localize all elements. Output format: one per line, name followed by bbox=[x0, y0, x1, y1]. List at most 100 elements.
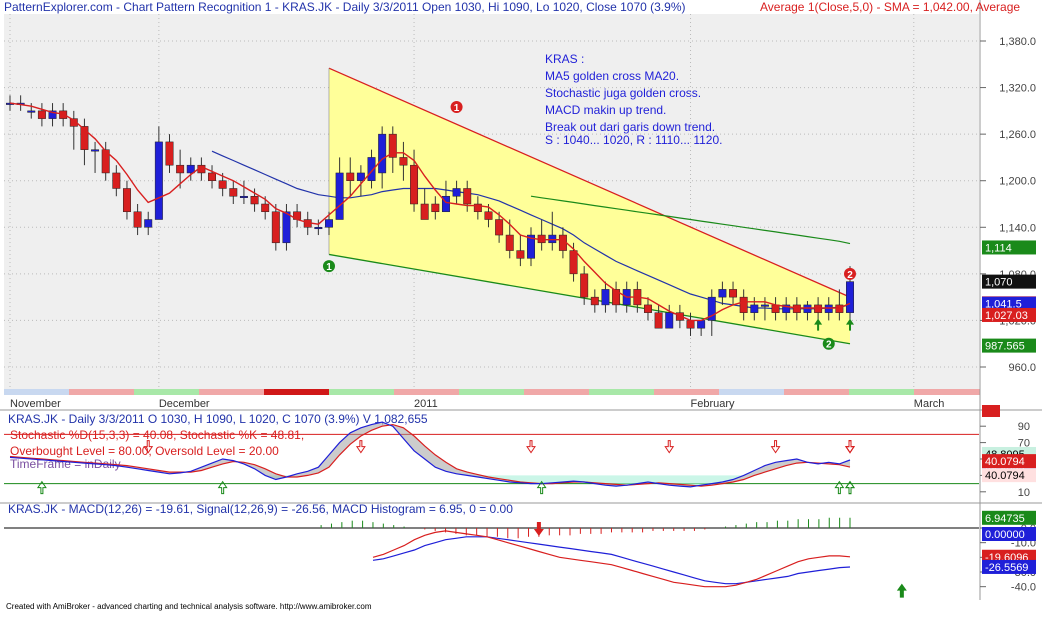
candle-body bbox=[282, 211, 291, 244]
pattern-marker-label: 2 bbox=[826, 340, 832, 351]
month-band-segment bbox=[329, 389, 395, 395]
stoch-corner-tag bbox=[982, 405, 1000, 417]
candle-body bbox=[665, 312, 674, 329]
x-axis-label: December bbox=[159, 398, 210, 410]
price-tick-label: 1,380.0 bbox=[999, 36, 1036, 48]
stoch-value-label: 40.0794 bbox=[985, 456, 1025, 468]
x-axis-label: November bbox=[10, 398, 61, 410]
x-axis-label: 2011 bbox=[414, 398, 438, 410]
annotation-line: S : 1040... 1020, R : 1110... 1120. bbox=[545, 133, 722, 147]
candle-body bbox=[154, 141, 163, 220]
candle-body bbox=[176, 164, 185, 174]
candle-body bbox=[760, 304, 769, 307]
chart-title: PatternExplorer.com - Chart Pattern Reco… bbox=[4, 0, 685, 14]
candle-body bbox=[335, 172, 344, 220]
x-axis-label: March bbox=[914, 398, 945, 410]
month-band-segment bbox=[654, 389, 720, 395]
candle-body bbox=[686, 320, 695, 329]
candle-body bbox=[133, 211, 142, 228]
stoch-line: Stochastic %D(15,3,3) = 40.08, Stochasti… bbox=[10, 428, 304, 442]
candle-body bbox=[569, 250, 578, 275]
price-tick-label: 1,140.0 bbox=[999, 222, 1036, 234]
candle-body bbox=[91, 149, 100, 152]
candle-body bbox=[729, 289, 738, 298]
candle-body bbox=[144, 219, 153, 228]
price-tag-label: 987.565 bbox=[985, 341, 1025, 353]
price-tag-label: 1,114 bbox=[985, 242, 1012, 254]
candle-body bbox=[314, 227, 323, 230]
candle-body bbox=[410, 164, 419, 205]
candle-body bbox=[835, 304, 844, 313]
candle-body bbox=[229, 188, 238, 197]
candle-body bbox=[346, 172, 355, 181]
candle-body bbox=[208, 172, 216, 181]
candle-body bbox=[27, 110, 36, 113]
candle-body bbox=[644, 304, 652, 313]
candle-body bbox=[750, 304, 759, 313]
stoch-tick-label: 90 bbox=[1018, 421, 1030, 433]
month-band-segment bbox=[589, 389, 655, 395]
candle-body bbox=[739, 296, 748, 313]
chart-canvas: PatternExplorer.com - Chart Pattern Reco… bbox=[0, 0, 1042, 616]
price-tick-label: 1,260.0 bbox=[999, 129, 1036, 141]
candle-body bbox=[814, 304, 823, 313]
month-band-segment bbox=[134, 389, 200, 395]
month-band-segment bbox=[459, 389, 525, 395]
pattern-marker-label: 2 bbox=[847, 270, 853, 281]
candle-body bbox=[165, 141, 174, 166]
candle-body bbox=[846, 281, 854, 313]
candle-body bbox=[803, 304, 812, 313]
macd-value-label: -26.5569 bbox=[985, 562, 1028, 574]
macd-panel bbox=[4, 510, 979, 598]
candle-body bbox=[218, 180, 227, 189]
candle-body bbox=[239, 195, 248, 198]
price-tag-label: 1,070 bbox=[985, 277, 1013, 289]
candle-body bbox=[452, 188, 461, 197]
candle-body bbox=[431, 203, 440, 213]
macd-tick-label: -40.0 bbox=[1011, 582, 1036, 594]
month-band-segment bbox=[914, 389, 980, 395]
candle-body bbox=[399, 157, 408, 166]
candle-body bbox=[463, 188, 472, 205]
candle-body bbox=[484, 211, 493, 220]
macd-value-label: 6.94735 bbox=[985, 513, 1025, 525]
candle-body bbox=[718, 289, 727, 298]
stoch-title: KRAS.JK - Daily 3/3/2011 O 1030, H 1090,… bbox=[8, 412, 428, 426]
month-band-segment bbox=[849, 389, 915, 395]
pattern-marker-label: 1 bbox=[326, 262, 332, 273]
price-tick-label: 960.0 bbox=[1008, 362, 1036, 374]
candle-body bbox=[378, 133, 387, 174]
stoch-tick-label: 10 bbox=[1018, 487, 1030, 499]
candle-body bbox=[122, 188, 131, 213]
chart-window: PatternExplorer.com - Chart Pattern Reco… bbox=[0, 0, 1042, 616]
candle-body bbox=[250, 195, 259, 205]
month-band-segment bbox=[199, 389, 265, 395]
candle-body bbox=[112, 172, 121, 189]
month-band-segment bbox=[784, 389, 850, 395]
candle-body bbox=[37, 110, 46, 119]
candle-body bbox=[325, 219, 333, 228]
average-label: Average 1(Close,5,0) - SMA = 1,042.00, A… bbox=[760, 0, 1020, 14]
annotation-line: Stochastic juga golden cross. bbox=[545, 86, 701, 100]
candle-body bbox=[548, 234, 557, 244]
month-band-segment bbox=[69, 389, 135, 395]
macd-title: KRAS.JK - MACD(12,26) = -19.61, Signal(1… bbox=[8, 502, 513, 516]
price-tag-label: 1,027.03 bbox=[985, 310, 1028, 322]
candle-body bbox=[792, 304, 801, 313]
candle-body bbox=[495, 219, 504, 236]
annotation-line: MACD makin up trend. bbox=[545, 103, 666, 117]
macd-value-label: 0.00000 bbox=[985, 529, 1025, 541]
candle-body bbox=[824, 304, 833, 313]
candle-body bbox=[356, 172, 365, 181]
candle-body bbox=[261, 203, 270, 213]
annotation-line: KRAS : bbox=[545, 52, 584, 66]
month-band-segment bbox=[264, 389, 330, 395]
footer-credit: Created with AmiBroker - advanced charti… bbox=[6, 602, 372, 611]
month-band-segment bbox=[719, 389, 785, 395]
month-band-segment bbox=[4, 389, 70, 395]
candle-body bbox=[771, 304, 780, 313]
candle-body bbox=[601, 289, 610, 306]
month-band-segment bbox=[394, 389, 460, 395]
price-tick-label: 1,200.0 bbox=[999, 176, 1036, 188]
pattern-marker-label: 1 bbox=[454, 103, 460, 114]
